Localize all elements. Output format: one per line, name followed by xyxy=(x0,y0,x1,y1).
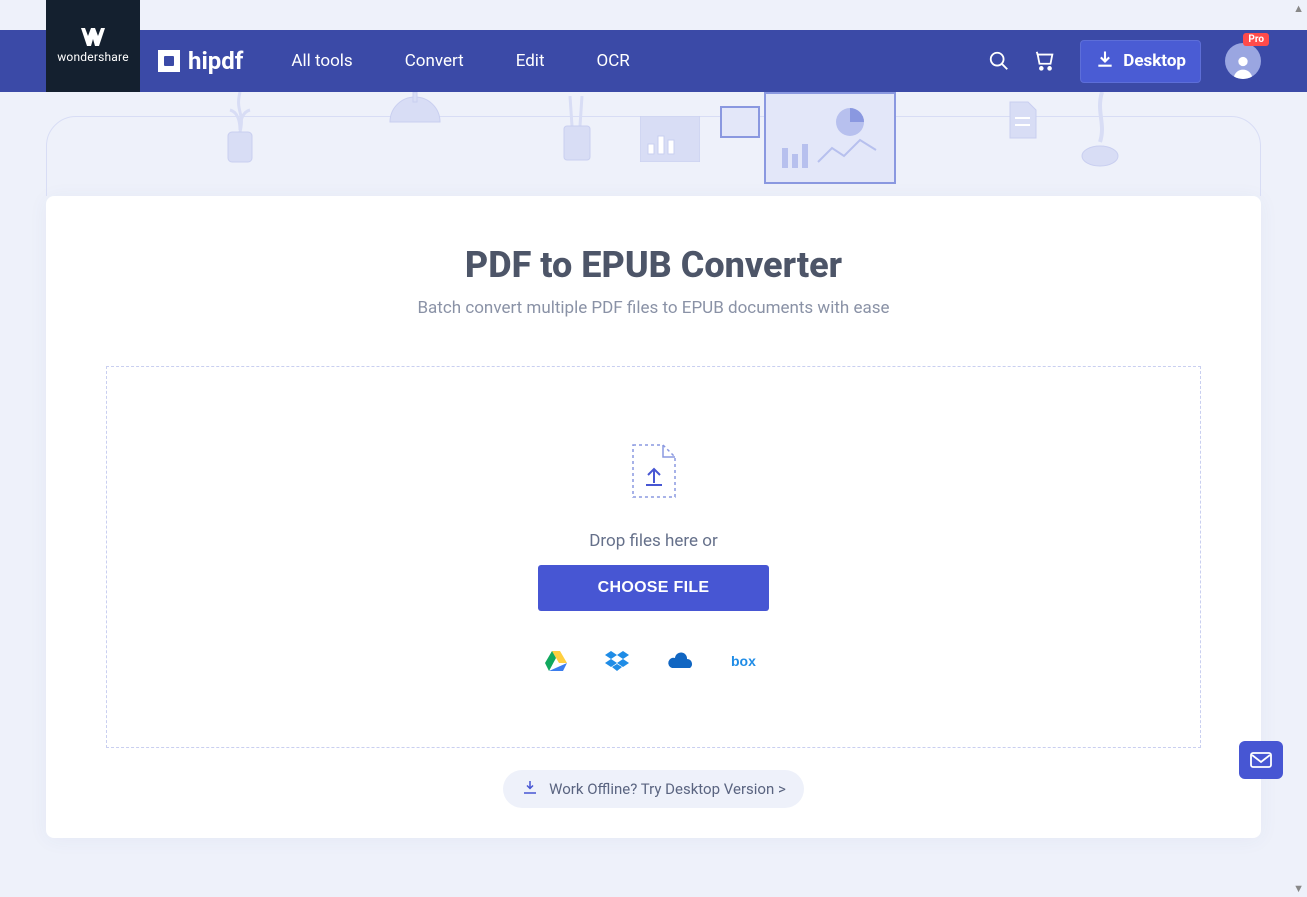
nav-ocr[interactable]: OCR xyxy=(597,51,630,71)
lamp-icon xyxy=(380,92,450,136)
nav-all-tools[interactable]: All tools xyxy=(291,51,352,71)
wondershare-brand-tab[interactable]: wondershare xyxy=(46,0,140,92)
cart-icon[interactable] xyxy=(1034,50,1056,72)
page-title: PDF to EPUB Converter xyxy=(106,244,1201,286)
upload-file-icon xyxy=(631,443,677,503)
scroll-down-icon: ▼ xyxy=(1293,882,1304,895)
search-icon[interactable] xyxy=(988,50,1010,72)
cloud-source-row: box xyxy=(545,651,763,671)
google-drive-icon[interactable] xyxy=(545,651,567,671)
converter-card: PDF to EPUB Converter Batch convert mult… xyxy=(46,196,1261,838)
file-dropzone[interactable]: Drop files here or CHOOSE FILE box xyxy=(106,366,1201,748)
wondershare-logo-icon xyxy=(81,28,105,46)
svg-text:box: box xyxy=(731,653,756,669)
drop-hint: Drop files here or xyxy=(589,531,717,551)
onedrive-icon[interactable] xyxy=(667,652,693,670)
quill-icon xyxy=(1076,92,1126,170)
bar-chart-icon xyxy=(640,116,700,162)
plant-icon xyxy=(210,92,270,172)
download-icon xyxy=(1095,49,1115,74)
hipdf-logo-text: hipdf xyxy=(188,47,243,75)
header-right: Desktop Pro xyxy=(988,40,1307,83)
decorative-strip xyxy=(0,92,1307,196)
pro-badge: Pro xyxy=(1243,33,1269,46)
choose-file-button[interactable]: CHOOSE FILE xyxy=(538,565,770,611)
document-icon xyxy=(1008,100,1038,140)
nav-convert[interactable]: Convert xyxy=(405,51,464,71)
pencil-cup-icon xyxy=(558,96,598,164)
feedback-mail-button[interactable] xyxy=(1239,741,1283,779)
offline-cta-pill[interactable]: Work Offline? Try Desktop Version > xyxy=(503,770,804,808)
box-icon[interactable]: box xyxy=(731,653,763,669)
mail-icon xyxy=(1250,752,1272,768)
hipdf-logo[interactable]: hipdf xyxy=(158,47,243,75)
scroll-up-icon: ▲ xyxy=(1293,2,1304,15)
account-avatar[interactable]: Pro xyxy=(1225,43,1261,79)
photo-icon xyxy=(720,106,760,138)
download-square-icon xyxy=(521,778,539,800)
page-subtitle: Batch convert multiple PDF files to EPUB… xyxy=(106,298,1201,318)
header-bar: wondershare hipdf All tools Convert Edit… xyxy=(0,30,1307,92)
nav-edit[interactable]: Edit xyxy=(516,51,545,71)
dashboard-icon xyxy=(764,92,896,184)
desktop-button-label: Desktop xyxy=(1123,51,1186,71)
hipdf-logo-icon xyxy=(158,50,180,72)
main-nav: All tools Convert Edit OCR xyxy=(291,51,629,71)
wondershare-label: wondershare xyxy=(57,50,129,64)
dropbox-icon[interactable] xyxy=(605,651,629,671)
desktop-button[interactable]: Desktop xyxy=(1080,40,1201,83)
avatar-icon xyxy=(1225,43,1261,79)
offline-cta-text: Work Offline? Try Desktop Version > xyxy=(549,780,786,798)
